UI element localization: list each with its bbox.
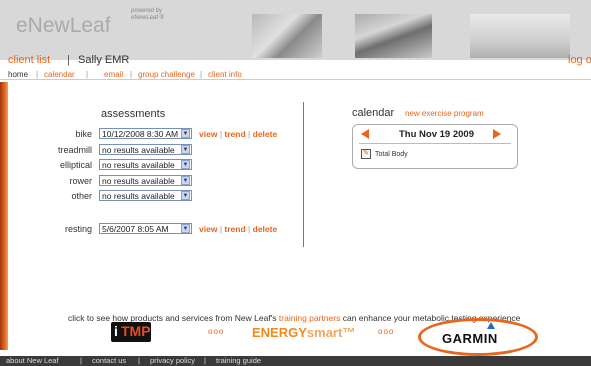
treadmill-select[interactable]: no results available ▼ (99, 144, 192, 155)
powered-by-label: powered by (131, 8, 163, 14)
rower-select-value: no results available (102, 176, 175, 186)
powered-by: powered by eNewLeaf ® (131, 8, 164, 22)
previous-day-arrow-icon[interactable] (361, 129, 369, 139)
footer-contact-link[interactable]: contact us (92, 356, 126, 366)
chevron-down-icon[interactable]: ▼ (181, 224, 190, 233)
bike-select-value: 10/12/2008 8:30 AM (102, 129, 179, 139)
energysmart-logo-smart: smart™ (306, 325, 356, 340)
itmp-logo-tmp: TMP (121, 323, 151, 339)
resting-trend-link[interactable]: trend (224, 224, 245, 234)
resting-delete-link[interactable]: delete (253, 224, 278, 234)
elliptical-select[interactable]: no results available ▼ (99, 159, 192, 170)
resting-select[interactable]: 5/6/2007 8:05 AM ▼ (99, 223, 192, 234)
resting-select-value: 5/6/2007 8:05 AM (102, 224, 169, 234)
action-separator: | (248, 224, 251, 234)
calendar-date: Thu Nov 19 2009 (399, 129, 474, 140)
chevron-down-icon[interactable]: ▼ (181, 191, 190, 200)
client-name: Sally EMR (78, 54, 130, 66)
footer-privacy-link[interactable]: privacy policy (150, 356, 195, 366)
powered-by-brand: eNewLeaf ® (131, 15, 165, 21)
assessment-label-rower: rower (69, 176, 92, 186)
app-logo[interactable]: eNewLeaf (16, 14, 111, 38)
nav-client-info[interactable]: client info (208, 70, 242, 79)
footer-separator: | (80, 356, 82, 365)
action-separator: | (219, 129, 223, 139)
footer-separator: | (138, 356, 140, 365)
logout-link[interactable]: log out (568, 54, 591, 66)
action-separator: | (248, 129, 251, 139)
promo-text-before: click to see how products and services f… (68, 313, 277, 323)
chevron-down-icon[interactable]: ▼ (181, 160, 190, 169)
action-separator: | (219, 224, 223, 234)
bike-actions: view | trend | delete (199, 129, 277, 139)
assessment-label-bike: bike (75, 129, 92, 139)
next-day-arrow-icon[interactable] (493, 129, 501, 139)
garmin-logo[interactable]: GARMIN (442, 331, 498, 346)
bike-select[interactable]: 10/12/2008 8:30 AM ▼ (99, 128, 192, 139)
header: eNewLeaf powered by eNewLeaf ® (0, 0, 591, 60)
nav-group-challenge[interactable]: group challenge (138, 70, 195, 79)
calendar-widget: Thu Nov 19 2009 ✎ Total Body (352, 124, 518, 169)
nav-separator: | (200, 70, 203, 79)
nav-separator: | (86, 70, 89, 79)
chevron-down-icon[interactable]: ▼ (181, 129, 190, 138)
calendar-event-total-body[interactable]: Total Body (375, 151, 408, 158)
partner-separator-dots: ooo (378, 327, 395, 336)
assessment-label-other: other (71, 191, 92, 201)
calendar-divider (359, 143, 511, 144)
footer-about-link[interactable]: about New Leaf (6, 356, 59, 366)
client-separator: | (67, 54, 70, 66)
left-accent-bar (0, 82, 8, 350)
assessment-label-elliptical: elliptical (59, 160, 92, 170)
resting-actions: view | trend | delete (199, 224, 277, 234)
treadmill-select-value: no results available (102, 145, 175, 155)
training-partners-link[interactable]: training partners (279, 313, 340, 323)
chevron-down-icon[interactable]: ▼ (181, 176, 190, 185)
nav-home[interactable]: home (8, 70, 28, 79)
nav-separator: | (130, 70, 133, 79)
energysmart-logo-energy: ENERGY (252, 325, 307, 340)
assessment-label-resting: resting (64, 224, 92, 234)
client-list-link[interactable]: client list (8, 54, 50, 66)
vertical-divider (303, 102, 304, 247)
partner-separator-dots: ooo (208, 327, 225, 336)
other-select[interactable]: no results available ▼ (99, 190, 192, 201)
nav-separator: | (36, 70, 39, 79)
footer: about New Leaf | contact us | privacy po… (0, 356, 591, 366)
main-nav: home | calendar | email | group challeng… (0, 68, 591, 80)
resting-view-link[interactable]: view (199, 224, 217, 234)
energysmart-logo[interactable]: ENERGYsmart™ (252, 325, 355, 340)
itmp-logo[interactable]: i TMP (111, 322, 151, 342)
bike-trend-link[interactable]: trend (224, 129, 245, 139)
assessment-label-treadmill: treadmill (57, 145, 92, 155)
client-bar: client list | Sally EMR log out (0, 52, 591, 66)
assessments-title: assessments (101, 108, 166, 120)
bike-view-link[interactable]: view (199, 129, 217, 139)
new-exercise-program-link[interactable]: new exercise program (405, 109, 484, 118)
footer-training-guide-link[interactable]: training guide (216, 356, 261, 366)
chevron-down-icon[interactable]: ▼ (181, 145, 190, 154)
exercise-icon[interactable]: ✎ (361, 149, 371, 159)
footer-separator: | (204, 356, 206, 365)
itmp-logo-i: i (114, 323, 118, 339)
calendar-title: calendar (352, 107, 395, 119)
other-select-value: no results available (102, 191, 175, 201)
nav-email[interactable]: email (104, 70, 123, 79)
elliptical-select-value: no results available (102, 160, 175, 170)
bike-delete-link[interactable]: delete (253, 129, 278, 139)
nav-calendar[interactable]: calendar (44, 70, 75, 79)
garmin-triangle-icon (487, 322, 495, 329)
rower-select[interactable]: no results available ▼ (99, 175, 192, 186)
